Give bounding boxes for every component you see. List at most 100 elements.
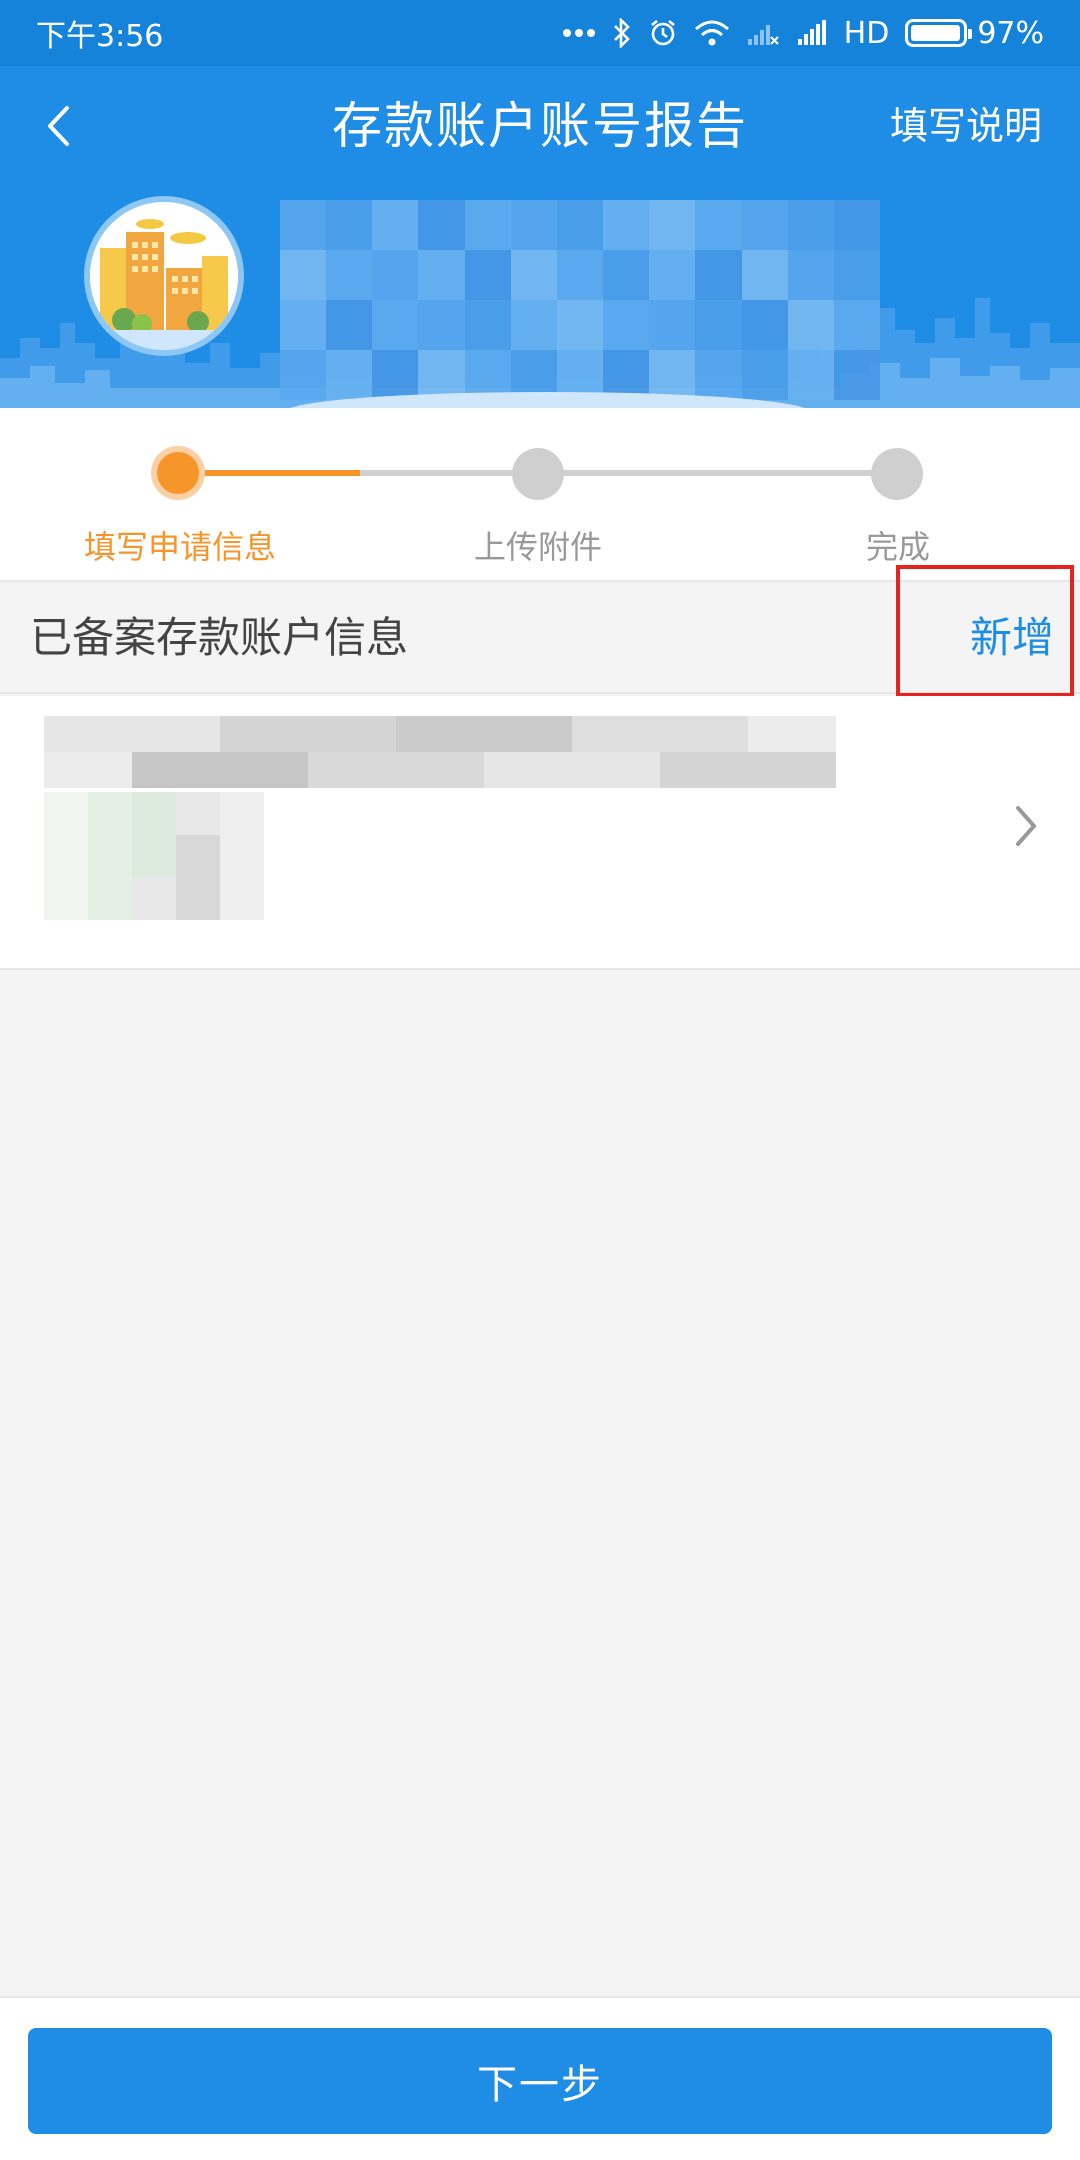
battery-percent: 97% bbox=[977, 15, 1044, 51]
mosaic-cell bbox=[440, 716, 484, 752]
mosaic-cell bbox=[704, 716, 748, 752]
status-time: 下午3:56 bbox=[36, 19, 164, 54]
mosaic-cell bbox=[264, 752, 308, 788]
mosaic-cell bbox=[695, 200, 742, 250]
mosaic-cell bbox=[326, 250, 373, 300]
mosaic-cell bbox=[787, 200, 834, 250]
mosaic-cell bbox=[308, 716, 352, 752]
battery-icon bbox=[905, 19, 973, 47]
mosaic-cell bbox=[572, 716, 616, 752]
next-step-button[interactable]: 下一步 bbox=[28, 2028, 1052, 2134]
mosaic-cell bbox=[132, 716, 176, 752]
mosaic-cell bbox=[264, 716, 308, 752]
step-2-indicator bbox=[512, 448, 564, 500]
mosaic-cell bbox=[556, 250, 604, 300]
step-3-indicator bbox=[871, 448, 923, 500]
mosaic-cell bbox=[660, 752, 704, 788]
signal-icon bbox=[797, 20, 826, 45]
account-list-item[interactable] bbox=[0, 696, 1080, 970]
mosaic-cell bbox=[787, 300, 834, 350]
mosaic-cell bbox=[704, 752, 748, 788]
step-3-label: 完成 bbox=[865, 528, 930, 566]
add-account-button[interactable]: 新增 bbox=[970, 582, 1054, 694]
mosaic-cell bbox=[220, 716, 264, 752]
mosaic-cell bbox=[572, 752, 616, 788]
mosaic-cell bbox=[176, 716, 220, 752]
masked-account-info bbox=[44, 716, 836, 788]
battery-indicator: 97% bbox=[905, 16, 1044, 51]
mosaic-cell bbox=[280, 300, 327, 350]
mosaic-cell bbox=[280, 350, 327, 400]
mosaic-cell bbox=[695, 300, 742, 350]
mosaic-cell bbox=[326, 200, 373, 250]
mosaic-cell bbox=[176, 877, 220, 920]
mosaic-cell bbox=[748, 716, 792, 752]
mosaic-cell bbox=[510, 250, 557, 300]
help-instructions-link[interactable]: 填写说明 bbox=[890, 66, 1042, 186]
mosaic-cell bbox=[792, 716, 836, 752]
mosaic-cell bbox=[132, 752, 176, 788]
mosaic-cell bbox=[833, 250, 880, 300]
back-button[interactable] bbox=[34, 96, 82, 156]
mosaic-cell bbox=[308, 752, 352, 788]
mosaic-cell bbox=[741, 300, 788, 350]
mosaic-cell bbox=[396, 752, 440, 788]
mosaic-cell bbox=[280, 250, 327, 300]
company-avatar bbox=[84, 196, 244, 356]
mosaic-cell bbox=[396, 716, 440, 752]
step-connector-done bbox=[178, 470, 360, 476]
mosaic-cell bbox=[510, 200, 557, 250]
mosaic-cell bbox=[603, 300, 650, 350]
mosaic-cell bbox=[220, 752, 264, 788]
mosaic-cell bbox=[326, 300, 373, 350]
mosaic-cell bbox=[440, 752, 484, 788]
mosaic-cell bbox=[220, 792, 264, 835]
mosaic-cell bbox=[787, 350, 834, 400]
mosaic-cell bbox=[372, 250, 419, 300]
mosaic-cell bbox=[741, 200, 788, 250]
mosaic-cell bbox=[833, 200, 880, 250]
mosaic-cell bbox=[352, 716, 396, 752]
mosaic-cell bbox=[741, 250, 788, 300]
mosaic-cell bbox=[556, 200, 604, 250]
mosaic-cell bbox=[528, 752, 572, 788]
mosaic-cell bbox=[484, 716, 528, 752]
mosaic-cell bbox=[88, 792, 132, 835]
section-title: 已备案存款账户信息 bbox=[30, 613, 409, 662]
mosaic-cell bbox=[528, 716, 572, 752]
mosaic-cell bbox=[787, 250, 834, 300]
mosaic-cell bbox=[44, 716, 88, 752]
mosaic-cell bbox=[484, 752, 528, 788]
mosaic-cell bbox=[833, 350, 880, 400]
header-banner: 下午3:56 HD 97% 存款账户账号报告 填写说明 bbox=[0, 0, 1080, 408]
progress-steps: 填写申请信息 上传附件 完成 bbox=[0, 408, 1080, 580]
mosaic-cell bbox=[132, 877, 176, 920]
mosaic-cell bbox=[372, 200, 419, 250]
navigation-bar: 存款账户账号报告 填写说明 bbox=[0, 66, 1080, 186]
mosaic-cell bbox=[748, 752, 792, 788]
mosaic-cell bbox=[44, 752, 88, 788]
mosaic-cell bbox=[695, 350, 742, 400]
battery-fill bbox=[911, 25, 960, 41]
mosaic-cell bbox=[220, 834, 264, 878]
status-bar: 下午3:56 HD 97% bbox=[0, 0, 1080, 66]
mosaic-cell bbox=[464, 200, 511, 250]
mosaic-cell bbox=[44, 792, 88, 835]
mosaic-cell bbox=[418, 250, 465, 300]
mosaic-cell bbox=[176, 792, 220, 835]
mosaic-cell bbox=[464, 300, 511, 350]
mosaic-cell bbox=[88, 877, 132, 920]
mosaic-cell bbox=[649, 200, 696, 250]
mosaic-cell bbox=[44, 834, 88, 878]
mosaic-cell bbox=[176, 752, 220, 788]
wifi-icon bbox=[694, 20, 729, 46]
more-dots-icon bbox=[562, 29, 595, 37]
mosaic-cell bbox=[603, 250, 650, 300]
step-1-label: 填写申请信息 bbox=[83, 528, 276, 566]
mosaic-cell bbox=[649, 300, 696, 350]
mosaic-cell bbox=[649, 250, 696, 300]
mosaic-cell bbox=[649, 350, 696, 400]
section-header: 已备案存款账户信息 新增 bbox=[0, 580, 1080, 694]
step-2-label: 上传附件 bbox=[473, 528, 602, 566]
signal-off-icon bbox=[747, 25, 779, 45]
